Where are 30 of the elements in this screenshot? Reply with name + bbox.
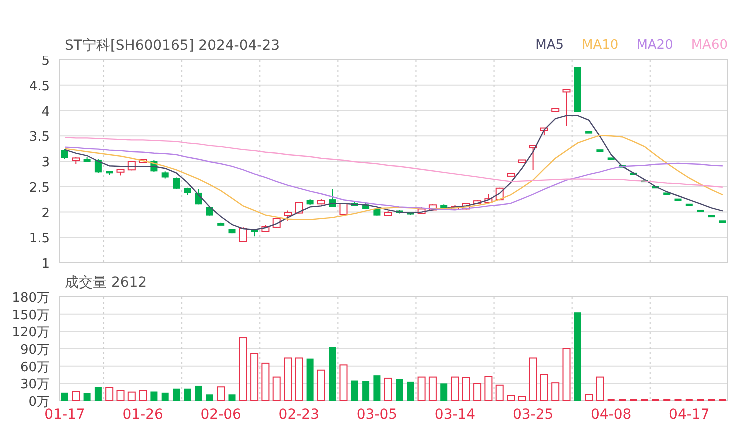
axis-label: 01-17 — [44, 407, 86, 423]
axis-label: 03-05 — [356, 407, 398, 423]
axis-label: 02-23 — [278, 407, 320, 423]
axis-label: 150万 — [12, 308, 50, 324]
axis-label: 1 — [42, 257, 50, 268]
axis-label: 2.5 — [29, 180, 50, 196]
axis-label: 3 — [42, 156, 50, 170]
axis-label: 120万 — [12, 326, 50, 341]
axis-label: 60万 — [20, 360, 50, 376]
axis-label: 0万 — [28, 395, 50, 410]
axis-label: 04-17 — [669, 407, 710, 423]
axis-label: 90万 — [20, 343, 50, 358]
axis-label: 180万 — [12, 292, 50, 306]
axis-label: 1.5 — [29, 232, 50, 247]
axis-label: 02-06 — [200, 407, 242, 423]
axis-label: 03-25 — [512, 407, 554, 423]
legend-label: MA20 — [636, 37, 674, 55]
axis-label: 4 — [42, 104, 50, 120]
axis-label: 04-08 — [591, 407, 632, 423]
axis-label: 2 — [42, 206, 50, 222]
chart-title: 成交量 2612 — [65, 274, 148, 292]
chart-title: ST宁科[SH600165] 2024-04-23 — [65, 37, 280, 55]
legend-label: MA5 — [536, 37, 564, 55]
legend-label: MA10 — [582, 37, 619, 55]
axis-label: 3.5 — [29, 130, 50, 146]
axis-label: 03-14 — [434, 407, 476, 423]
axis-label: 30万 — [20, 378, 50, 393]
axis-label: 01-26 — [122, 407, 164, 423]
axis-label: 4.5 — [29, 79, 50, 94]
legend-label: MA60 — [691, 37, 728, 55]
